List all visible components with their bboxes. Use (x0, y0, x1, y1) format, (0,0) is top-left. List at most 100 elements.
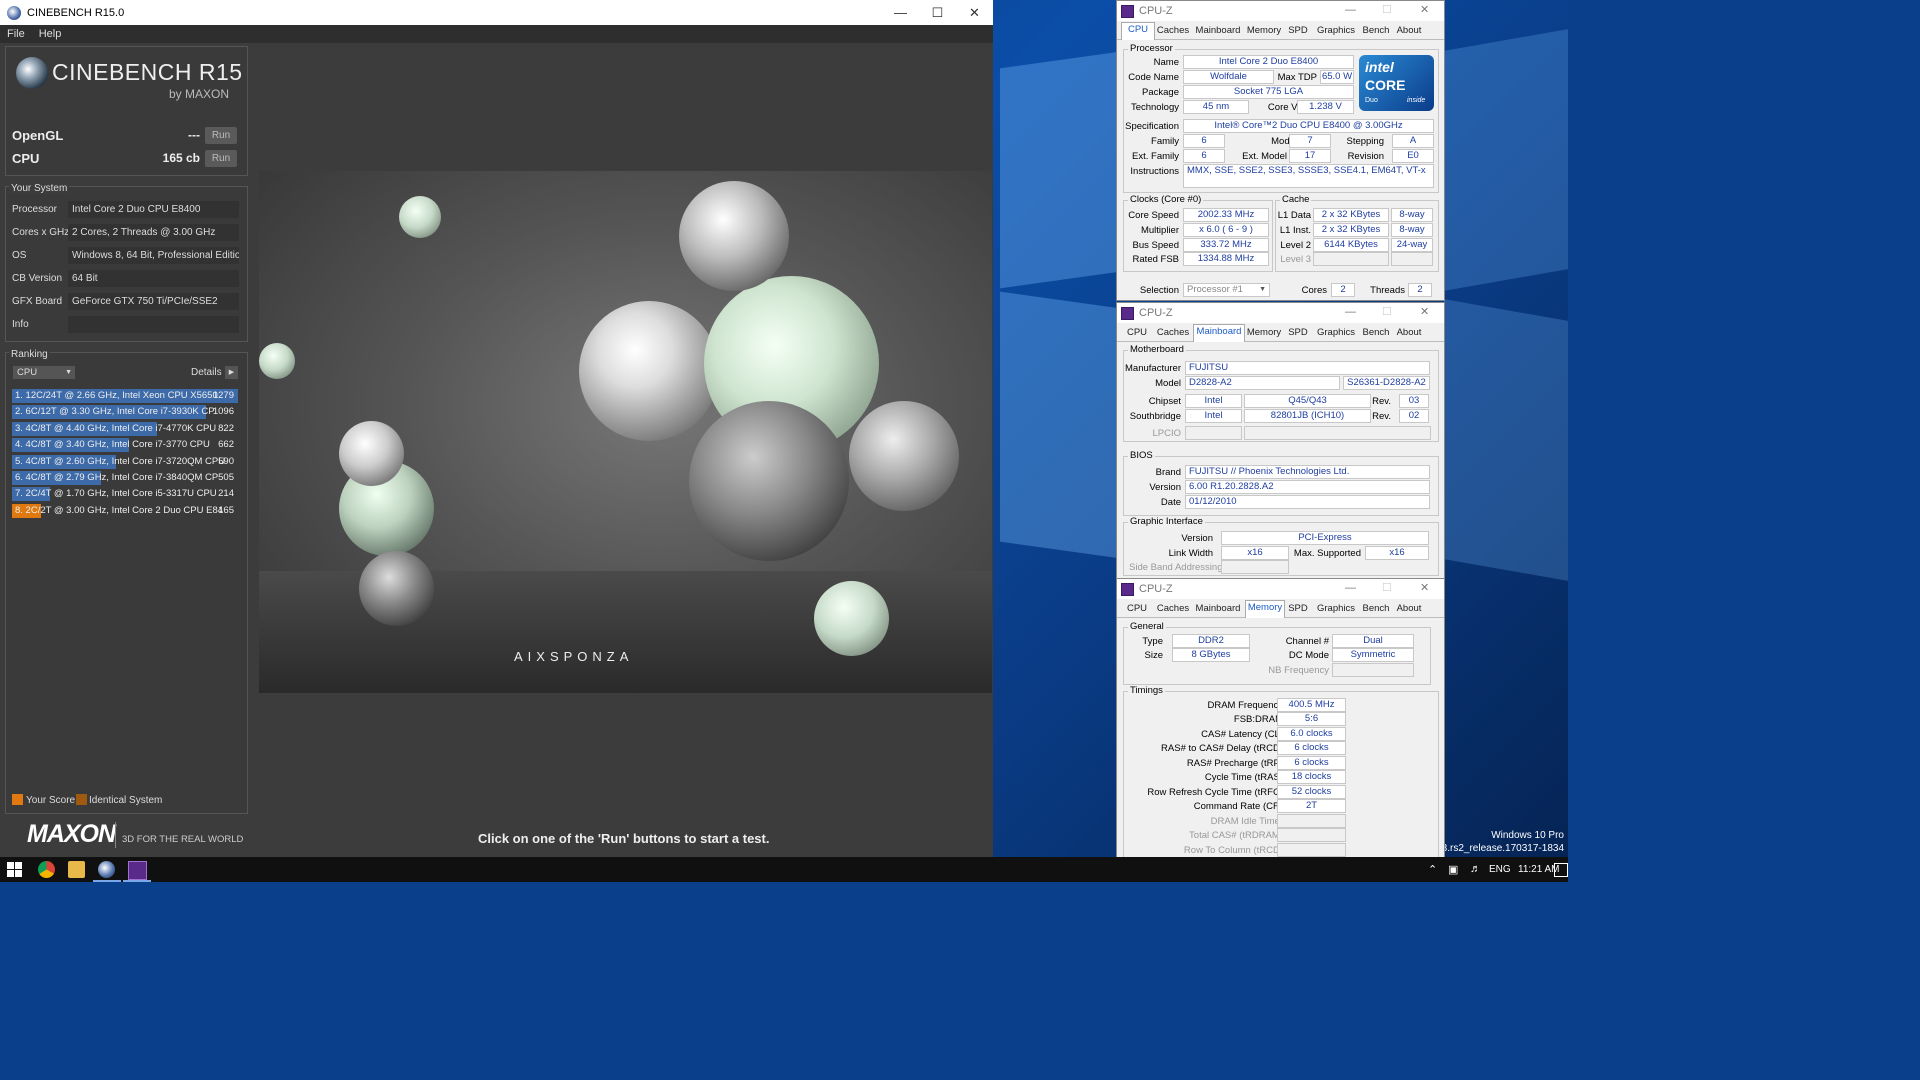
tab-cpu[interactable]: CPU (1121, 22, 1155, 40)
maximize-icon[interactable]: ☐ (919, 0, 956, 25)
close-icon[interactable]: ✕ (1420, 305, 1429, 318)
chipset-value: Q45/Q43 (1244, 394, 1371, 408)
ranking-row[interactable]: 8. 2C/2T @ 3.00 GHz, Intel Core 2 Duo CP… (12, 503, 238, 518)
tab-cpu[interactable]: CPU (1121, 602, 1153, 616)
l1inst-label: L1 Inst. (1279, 225, 1311, 236)
tab-spd[interactable]: SPD (1285, 24, 1311, 38)
tab-graphics[interactable]: Graphics (1313, 326, 1359, 340)
minimize-icon[interactable]: — (1345, 306, 1356, 318)
bios-date-label: Date (1160, 497, 1181, 508)
cpuz-memory-title-bar[interactable]: CPU-Z — ☐ ✕ (1117, 579, 1444, 599)
cache-group-title: Cache (1280, 194, 1312, 205)
ranking-row[interactable]: 2. 6C/12T @ 3.30 GHz, Intel Core i7-3930… (12, 405, 238, 420)
system-value-info[interactable] (68, 316, 239, 333)
tab-mainboard[interactable]: Mainboard (1193, 602, 1243, 616)
cpuz-taskbar-icon[interactable] (128, 861, 147, 880)
volume-icon[interactable]: ♬ (1470, 863, 1481, 875)
ranking-row[interactable]: 3. 4C/8T @ 4.40 GHz, Intel Core i7-4770K… (12, 421, 238, 436)
chrome-icon[interactable] (38, 861, 55, 878)
network-icon[interactable]: ▣ (1448, 863, 1458, 876)
menu-file[interactable]: File (7, 28, 25, 40)
tab-bench[interactable]: Bench (1361, 24, 1391, 38)
minimize-icon[interactable]: — (1345, 582, 1356, 594)
action-center-icon[interactable] (1554, 863, 1568, 877)
cpuz-mainboard-title-bar[interactable]: CPU-Z — ☐ ✕ (1117, 303, 1444, 323)
tab-cpu[interactable]: CPU (1121, 326, 1153, 340)
threads-label: Threads (1370, 285, 1405, 296)
tab-caches[interactable]: Caches (1155, 24, 1191, 38)
tab-graphics[interactable]: Graphics (1313, 24, 1359, 38)
file-explorer-icon[interactable] (68, 861, 85, 878)
opengl-run-button[interactable]: Run (205, 127, 237, 144)
cpuz-cpu-title-bar[interactable]: CPU-Z — ☐ ✕ (1117, 1, 1444, 21)
tab-spd[interactable]: SPD (1285, 602, 1311, 616)
ranking-row[interactable]: 4. 4C/8T @ 3.40 GHz, Intel Core i7-3770 … (12, 438, 238, 453)
details-arrow-icon[interactable]: ▶ (225, 366, 238, 379)
close-icon[interactable]: ✕ (1420, 3, 1429, 16)
trp-value: 6 clocks (1277, 756, 1346, 770)
selection-label: Selection (1139, 285, 1179, 296)
ranking-text: 5. 4C/8T @ 2.60 GHz, Intel Core i7-3720Q… (15, 455, 226, 467)
busspeed-value: 333.72 MHz (1183, 238, 1269, 252)
level2-label: Level 2 (1280, 240, 1311, 251)
ranking-row[interactable]: 5. 4C/8T @ 2.60 GHz, Intel Core i7-3720Q… (12, 454, 238, 469)
dram-frequency-label: DRAM Frequency (1207, 700, 1284, 711)
minimize-icon[interactable]: — (882, 0, 919, 25)
tab-mainboard[interactable]: Mainboard (1193, 324, 1245, 342)
bios-version-value: 6.00 R1.20.2828.A2 (1185, 480, 1430, 494)
close-icon[interactable]: ✕ (956, 0, 993, 25)
cpuz-app-icon (1121, 306, 1134, 320)
language-indicator[interactable]: ENG (1489, 864, 1511, 875)
stepping-label: Stepping (1346, 136, 1384, 147)
render-sphere (814, 581, 889, 656)
processor-select[interactable]: Processor #1 ▼ (1183, 283, 1270, 297)
cinebench-app-icon (7, 5, 21, 20)
details-label[interactable]: Details (191, 367, 222, 378)
tab-mainboard[interactable]: Mainboard (1193, 24, 1243, 38)
intel-logo-inside: inside (1407, 97, 1426, 104)
render-sphere (689, 401, 849, 561)
system-label-cb-version: CB Version (12, 273, 63, 284)
chevron-up-icon[interactable]: ⌃ (1428, 863, 1437, 876)
maxtdp-label: Max TDP (1277, 72, 1317, 83)
chevron-down-icon: ▼ (1259, 286, 1266, 293)
windows-start-icon[interactable] (6, 861, 23, 878)
cinebench-title-bar[interactable]: CINEBENCH R15.0 — ☐ ✕ (0, 0, 993, 25)
tab-memory[interactable]: Memory (1245, 326, 1283, 340)
opengl-score: --- (188, 128, 200, 142)
level3-value (1313, 252, 1389, 266)
extmodel-value: 17 (1289, 149, 1331, 163)
minimize-icon[interactable]: — (1345, 4, 1356, 16)
tab-graphics[interactable]: Graphics (1313, 602, 1359, 616)
cores-label: Cores (1301, 285, 1327, 296)
menu-help[interactable]: Help (39, 28, 62, 40)
ranking-text: 2. 6C/12T @ 3.30 GHz, Intel Core i7-3930… (15, 406, 215, 418)
tab-caches[interactable]: Caches (1155, 326, 1191, 340)
trp-label: RAS# Precharge (tRP) (1186, 758, 1283, 769)
tab-bench[interactable]: Bench (1361, 326, 1391, 340)
tab-about[interactable]: About (1393, 326, 1425, 340)
tab-about[interactable]: About (1393, 24, 1425, 38)
close-icon[interactable]: ✕ (1420, 581, 1429, 594)
fsb-dram-label: FSB:DRAM (1233, 714, 1283, 725)
command-rate-label: Command Rate (CR) (1193, 801, 1283, 812)
stepping-value: A (1392, 134, 1434, 148)
tab-bench[interactable]: Bench (1361, 602, 1391, 616)
tab-memory[interactable]: Memory (1245, 600, 1285, 618)
tab-caches[interactable]: Caches (1155, 602, 1191, 616)
maxon-logo: MAXON (27, 820, 116, 848)
ranking-row[interactable]: 1. 12C/24T @ 2.66 GHz, Intel Xeon CPU X5… (12, 389, 238, 403)
tab-about[interactable]: About (1393, 602, 1425, 616)
row-to-column-label: Row To Column (tRCD) (1183, 845, 1283, 856)
cpu-run-button[interactable]: Run (205, 150, 237, 167)
wallpaper-pane (1444, 299, 1568, 581)
cinebench-taskbar-icon[interactable] (98, 861, 115, 878)
ranking-select[interactable]: CPU ▼ (13, 366, 75, 379)
l1inst-value: 2 x 32 KBytes (1313, 223, 1389, 237)
cinebench-window-title: CINEBENCH R15.0 (27, 6, 125, 19)
ranking-row[interactable]: 6. 4C/8T @ 2.79 GHz, Intel Core i7-3840Q… (12, 471, 238, 485)
ranking-row[interactable]: 7. 2C/4T @ 1.70 GHz, Intel Core i5-3317U… (12, 487, 238, 502)
intel-logo-top: intel (1365, 59, 1394, 75)
tab-spd[interactable]: SPD (1285, 326, 1311, 340)
tab-memory[interactable]: Memory (1245, 24, 1283, 38)
